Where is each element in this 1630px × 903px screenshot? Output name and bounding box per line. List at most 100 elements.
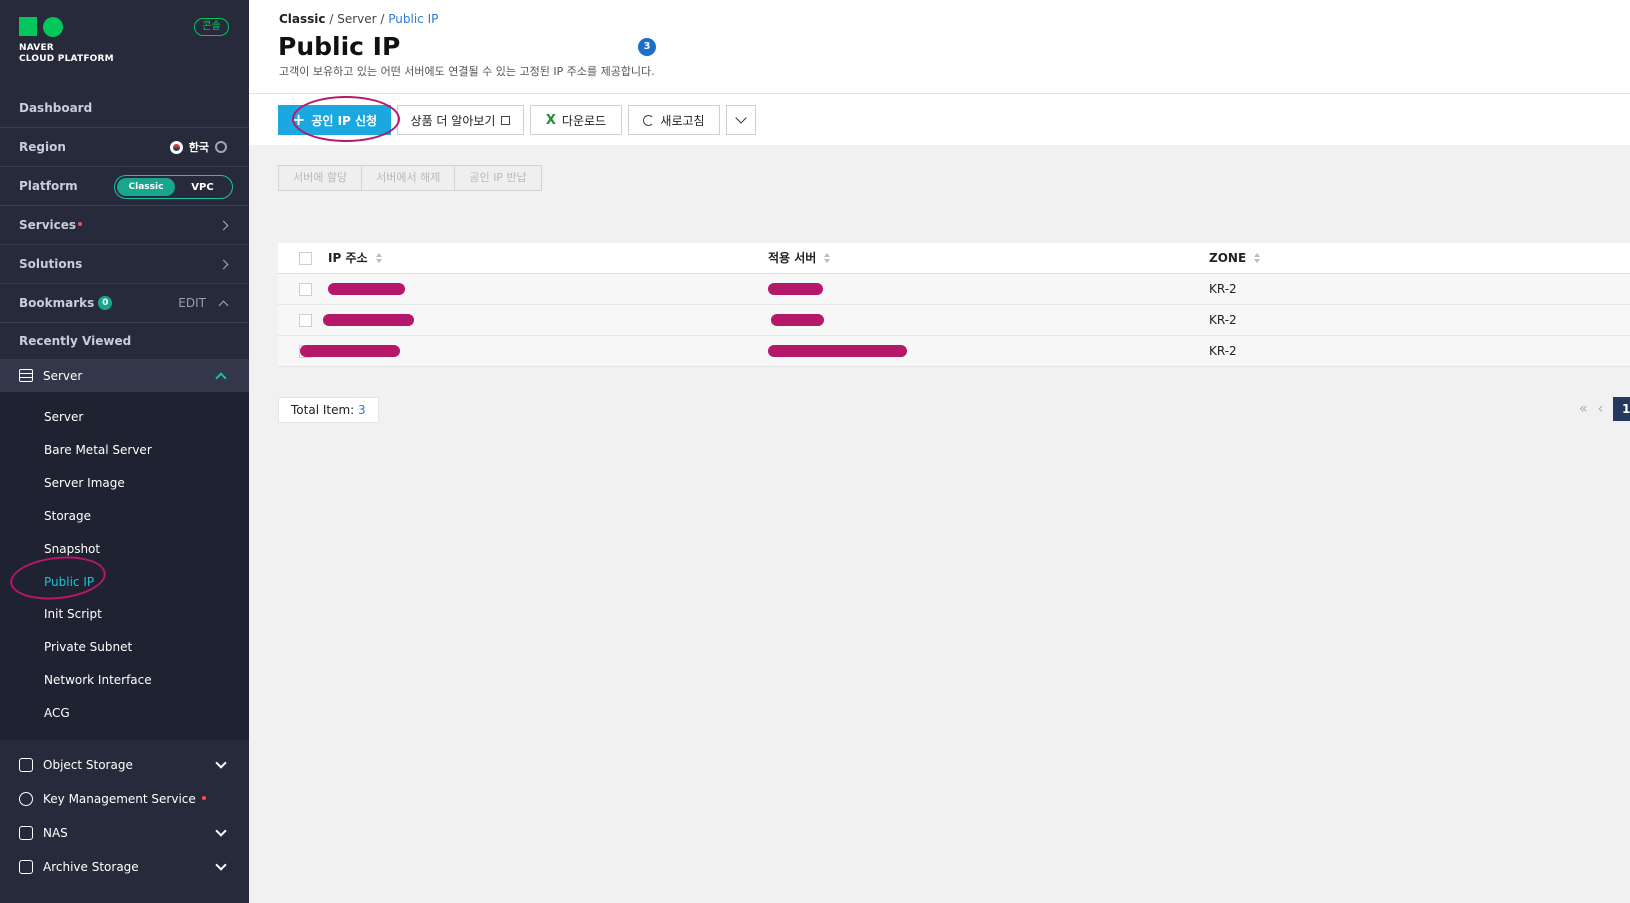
download-button[interactable]: X 다운로드 (530, 105, 622, 135)
chevron-down-icon (735, 112, 747, 124)
assign-to-server-button[interactable]: 서버에 할당 (279, 166, 363, 190)
row-checkbox[interactable] (299, 314, 312, 327)
submenu-public-ip[interactable]: Public IP (44, 575, 94, 589)
sidebar-item-dashboard[interactable]: Dashboard (0, 89, 249, 128)
refresh-button[interactable]: 새로고침 (628, 105, 720, 135)
total-value: 3 (358, 403, 366, 417)
recently-viewed-label: Recently Viewed (19, 334, 132, 348)
sidebar-category-key-management[interactable]: Key Management Service (0, 782, 249, 815)
key-management-icon (19, 791, 33, 806)
submenu-server[interactable]: Server (44, 410, 83, 424)
prev-page-icon[interactable]: ‹ (1598, 401, 1604, 417)
submenu-acg[interactable]: ACG (44, 706, 70, 720)
sidebar-item-solutions[interactable]: Solutions (0, 245, 249, 284)
chevron-down-icon (215, 824, 227, 837)
column-ip-address[interactable]: IP 주소 (328, 243, 383, 274)
release-from-server-button[interactable]: 서버에서 해제 (362, 166, 456, 190)
redacted-server (768, 345, 907, 357)
learn-more-button[interactable]: 상품 더 알아보기 (397, 105, 524, 135)
plus-icon: + (291, 110, 306, 129)
new-dot-icon (201, 795, 206, 800)
current-page[interactable]: 1 (1613, 397, 1630, 421)
submenu-network-interface[interactable]: Network Interface (44, 673, 152, 687)
sidebar-category-nas[interactable]: NAS (0, 816, 249, 849)
object-storage-label: Object Storage (43, 757, 133, 772)
main-content: Classic / Server / Public IP Public IP 3… (249, 0, 1630, 903)
submenu-server-image[interactable]: Server Image (44, 476, 125, 490)
chevron-up-icon[interactable] (218, 300, 229, 310)
services-label: Services (19, 218, 77, 232)
zone-cell: KR-2 (1209, 344, 1237, 358)
column-zone[interactable]: ZONE (1209, 243, 1261, 274)
count-badge: 3 (638, 38, 656, 56)
table-row[interactable]: KR-2 (278, 305, 1630, 336)
submenu-bare-metal-server[interactable]: Bare Metal Server (44, 443, 152, 457)
sidebar-item-platform: Platform Classic VPC (0, 167, 249, 206)
submenu-snapshot[interactable]: Snapshot (44, 542, 100, 556)
request-public-ip-button[interactable]: + 공인 IP 신청 (278, 105, 391, 135)
sidebar: NAVER CLOUD PLATFORM 콘솔 Dashboard Region… (0, 0, 249, 903)
dashboard-label: Dashboard (19, 101, 93, 115)
redacted-ip (328, 283, 405, 295)
breadcrumb-classic[interactable]: Classic (279, 12, 326, 26)
row-checkbox[interactable] (299, 283, 312, 296)
key-management-label: Key Management Service (43, 791, 196, 806)
nas-label: NAS (43, 825, 68, 840)
table-header: IP 주소 적용 서버 ZONE (278, 243, 1630, 274)
logo-line1: NAVER (19, 43, 54, 53)
more-options-button[interactable] (726, 105, 756, 135)
chevron-right-icon (218, 220, 229, 230)
archive-storage-icon (19, 859, 33, 874)
return-public-ip-button[interactable]: 공인 IP 반납 (455, 166, 540, 190)
sort-icon[interactable] (375, 253, 383, 264)
download-label: 다운로드 (561, 113, 607, 128)
bookmarks-count-badge: 0 (98, 296, 113, 310)
bookmarks-edit-link[interactable]: EDIT (178, 296, 206, 310)
submenu-storage[interactable]: Storage (44, 509, 91, 523)
redacted-server (771, 314, 824, 326)
column-applied-server[interactable]: 적용 서버 (768, 243, 831, 274)
total-label: Total Item: (291, 403, 355, 417)
excel-icon: X (545, 112, 556, 128)
sidebar-item-recently-viewed[interactable]: Recently Viewed (0, 323, 249, 359)
platform-label: Platform (19, 179, 78, 193)
sort-icon[interactable] (824, 253, 831, 264)
archive-storage-label: Archive Storage (43, 859, 139, 874)
breadcrumb: Classic / Server / Public IP (279, 12, 439, 26)
refresh-icon (643, 114, 655, 126)
table-row[interactable]: KR-2 (278, 336, 1630, 367)
platform-vpc-option[interactable]: VPC (175, 182, 230, 193)
region-value[interactable]: 한국 (189, 139, 209, 155)
sidebar-category-archive-storage[interactable]: Archive Storage (0, 850, 249, 883)
server-submenu: Server Bare Metal Server Server Image St… (0, 392, 249, 740)
page-title: Public IP (278, 32, 401, 61)
sidebar-section-server[interactable]: Server (0, 359, 249, 392)
platform-classic-option[interactable]: Classic (117, 178, 175, 196)
platform-toggle[interactable]: Classic VPC (114, 175, 233, 199)
sidebar-item-bookmarks[interactable]: Bookmarks 0 EDIT (0, 284, 249, 323)
submenu-private-subnet[interactable]: Private Subnet (44, 640, 132, 654)
gear-icon[interactable] (215, 141, 227, 153)
select-all-checkbox[interactable] (299, 252, 312, 265)
chevron-right-icon (218, 259, 229, 269)
server-section-label: Server (43, 368, 83, 383)
logo-line2: CLOUD PLATFORM (19, 54, 114, 64)
console-badge[interactable]: 콘솔 (194, 18, 229, 36)
sidebar-category-object-storage[interactable]: Object Storage (0, 748, 249, 781)
sort-icon[interactable] (1254, 253, 1261, 264)
first-page-icon[interactable]: « (1579, 401, 1588, 417)
sidebar-item-services[interactable]: Services (0, 206, 249, 245)
sidebar-item-region[interactable]: Region 한국 (0, 128, 249, 167)
submenu-init-script[interactable]: Init Script (44, 607, 102, 621)
request-public-ip-label: 공인 IP 신청 (311, 113, 378, 128)
external-link-icon (501, 115, 511, 125)
korea-flag-icon (169, 140, 183, 154)
table-row[interactable]: KR-2 (278, 274, 1630, 305)
new-dot-icon (78, 222, 83, 226)
breadcrumb-server[interactable]: Server (337, 12, 376, 26)
breadcrumb-public-ip[interactable]: Public IP (388, 12, 438, 26)
redacted-ip (323, 314, 414, 326)
region-label: Region (19, 140, 66, 154)
chevron-up-icon[interactable] (215, 371, 227, 384)
public-ip-table: IP 주소 적용 서버 ZONE KR-2 KR-2 KR-2 (278, 243, 1630, 367)
